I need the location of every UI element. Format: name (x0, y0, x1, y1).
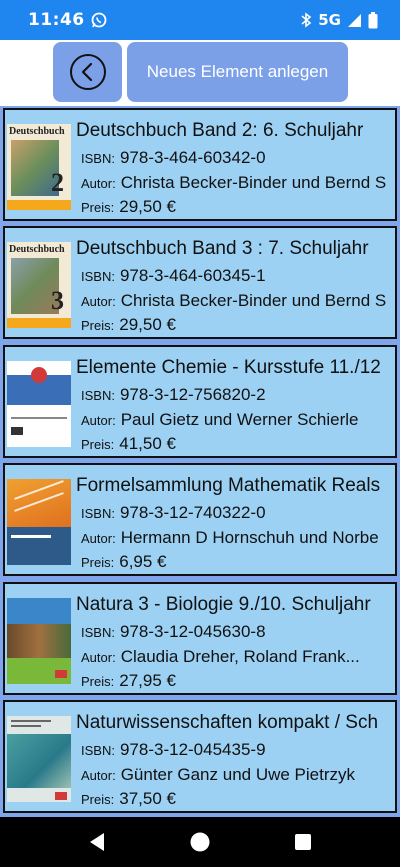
price-value: 37,50 € (119, 789, 176, 808)
author-value: Claudia Dreher, Roland Frank... (120, 647, 360, 666)
status-bar: 11:46 5G (0, 0, 400, 40)
author-value: Günter Ganz und Uwe Pietrzyk (120, 765, 356, 784)
book-cover-image (7, 479, 71, 565)
new-element-button[interactable]: Neues Element anlegen (127, 42, 348, 102)
price-value: 29,50 € (119, 197, 176, 216)
author-label: Autor: (81, 650, 116, 665)
isbn-value: 978-3-12-045435-9 (119, 740, 266, 759)
author-label: Autor: (81, 294, 116, 309)
isbn-label: ISBN: (81, 743, 115, 758)
book-cover-image: Deutschbuch 3 (7, 242, 71, 328)
price-label: Preis: (81, 437, 115, 452)
chevron-left-icon (69, 53, 107, 91)
price-value: 41,50 € (119, 434, 176, 453)
book-title: Natura 3 - Biologie 9./10. Schuljahr (76, 594, 371, 615)
book-title: Deutschbuch Band 3 : 7. Schuljahr (76, 238, 369, 259)
book-card[interactable]: Natura 3 - Biologie 9./10. Schuljahr ISB… (3, 582, 397, 695)
author-label: Autor: (81, 531, 116, 546)
book-cover-image (7, 716, 71, 802)
author-value: Paul Gietz und Werner Schierle (120, 410, 359, 429)
isbn-label: ISBN: (81, 388, 115, 403)
price-label: Preis: (81, 792, 115, 807)
price-value: 29,50 € (119, 315, 176, 334)
price-label: Preis: (81, 318, 115, 333)
book-card[interactable]: Formelsammlung Mathematik Reals ISBN: 978… (3, 463, 397, 576)
isbn-value: 978-3-12-045630-8 (119, 622, 266, 641)
book-card[interactable]: Deutschbuch 2 Deutschbuch Band 2: 6. Sch… (3, 108, 397, 221)
author-label: Autor: (81, 176, 116, 191)
network-type: 5G (318, 11, 341, 29)
author-value: Christa Becker-Binder und Bernd S (120, 291, 387, 310)
signal-icon (347, 13, 362, 28)
isbn-label: ISBN: (81, 151, 115, 166)
book-card[interactable]: Deutschbuch 3 Deutschbuch Band 3 : 7. Sc… (3, 226, 397, 339)
isbn-value: 978-3-464-60342-0 (119, 148, 266, 167)
isbn-label: ISBN: (81, 269, 115, 284)
price-label: Preis: (81, 200, 115, 215)
author-label: Autor: (81, 413, 116, 428)
price-value: 6,95 € (119, 552, 167, 571)
isbn-label: ISBN: (81, 506, 115, 521)
nav-back-icon[interactable] (88, 832, 106, 852)
isbn-value: 978-3-12-756820-2 (119, 385, 266, 404)
book-title: Deutschbuch Band 2: 6. Schuljahr (76, 120, 364, 141)
price-label: Preis: (81, 555, 115, 570)
isbn-value: 978-3-464-60345-1 (119, 266, 266, 285)
book-card[interactable]: Elemente Chemie - Kursstufe 11./12 ISBN:… (3, 345, 397, 458)
book-card[interactable]: Naturwissenschaften kompakt / Sch ISBN: 9… (3, 700, 397, 813)
price-value: 27,95 € (119, 671, 176, 690)
author-value: Christa Becker-Binder und Bernd S (120, 173, 387, 192)
whatsapp-icon (91, 12, 107, 28)
book-cover-image (7, 598, 71, 684)
book-title: Elemente Chemie - Kursstufe 11./12 (76, 357, 381, 378)
book-cover-image: Deutschbuch 2 (7, 124, 71, 210)
book-cover-image (7, 361, 71, 447)
author-value: Hermann D Hornschuh und Norbe (120, 528, 379, 547)
battery-icon (368, 11, 378, 29)
author-label: Autor: (81, 768, 116, 783)
toolbar: Neues Element anlegen (0, 40, 400, 106)
nav-home-icon[interactable] (190, 832, 210, 852)
book-title: Formelsammlung Mathematik Reals (76, 475, 381, 496)
bluetooth-icon (300, 12, 312, 28)
isbn-value: 978-3-12-740322-0 (119, 503, 266, 522)
price-label: Preis: (81, 674, 115, 689)
back-button[interactable] (53, 42, 122, 102)
nav-recents-icon[interactable] (294, 833, 312, 851)
book-title: Naturwissenschaften kompakt / Sch (76, 712, 379, 733)
book-list: Deutschbuch 2 Deutschbuch Band 2: 6. Sch… (0, 106, 400, 817)
status-time: 11:46 (28, 10, 85, 30)
navigation-bar (0, 817, 400, 867)
isbn-label: ISBN: (81, 625, 115, 640)
